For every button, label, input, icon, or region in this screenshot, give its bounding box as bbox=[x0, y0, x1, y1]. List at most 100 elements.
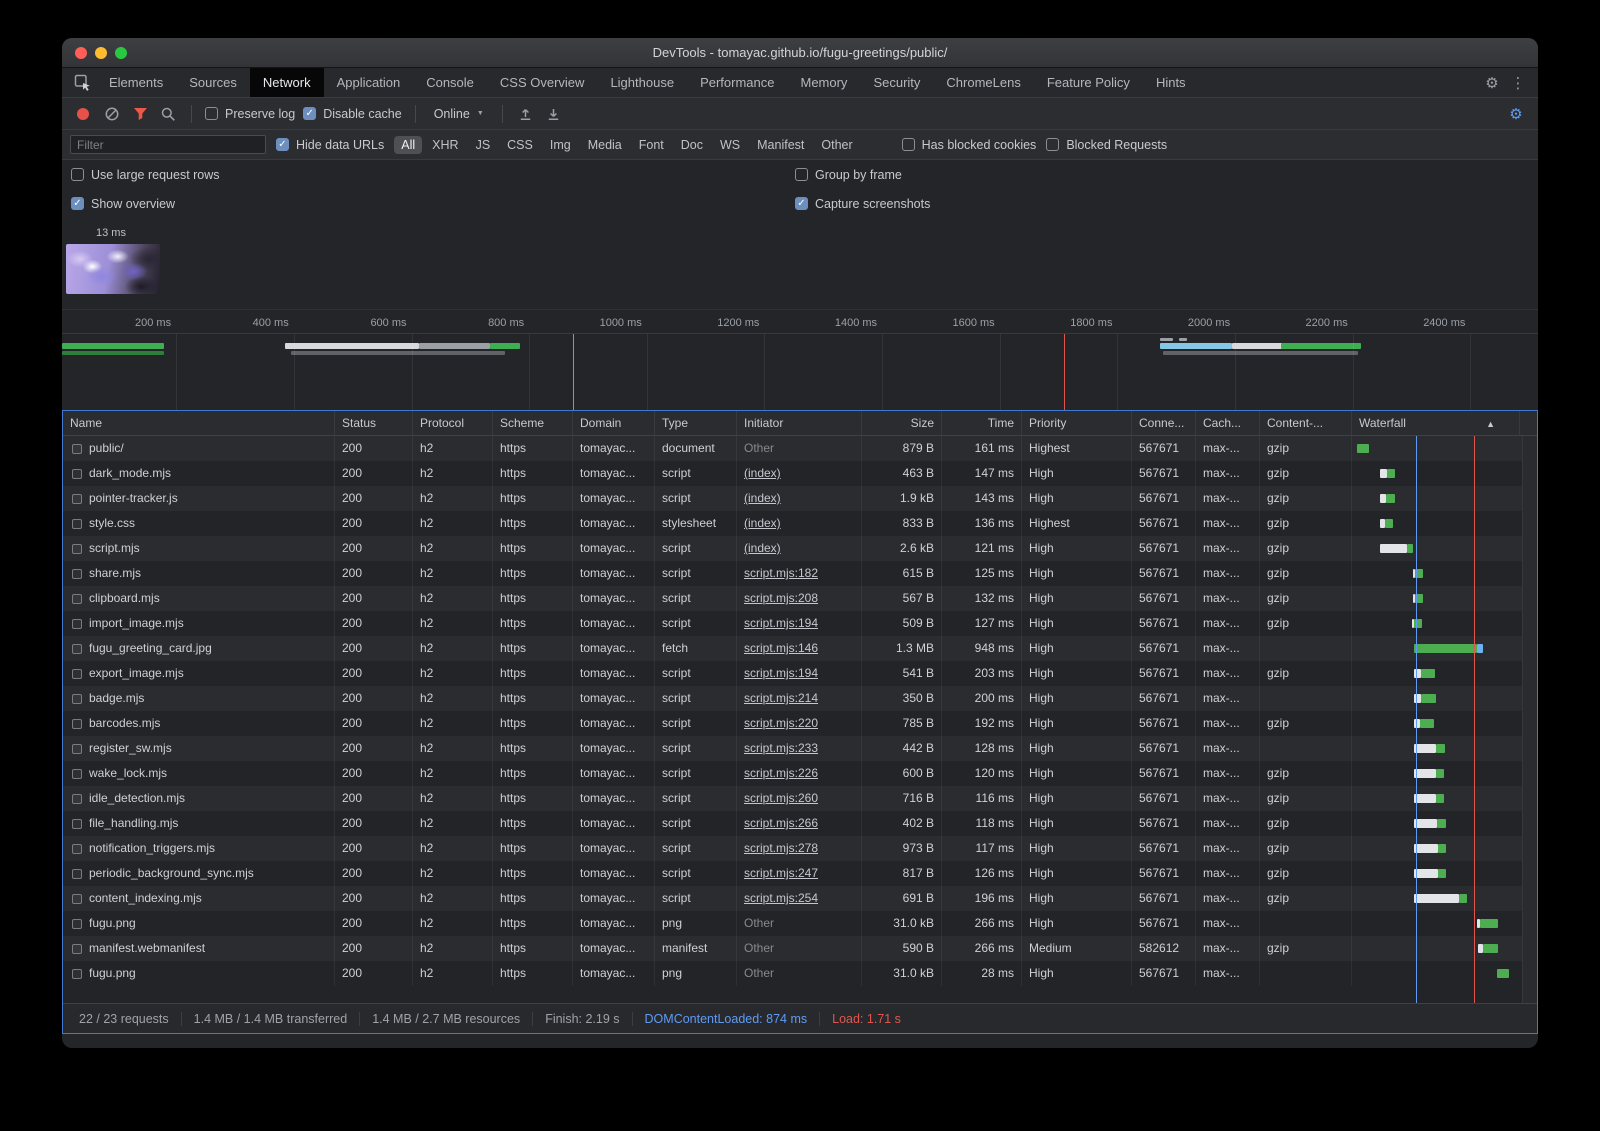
close-button[interactable] bbox=[75, 47, 87, 59]
request-row[interactable]: wake_lock.mjs200h2httpstomayac...scripts… bbox=[63, 761, 1537, 786]
column-header-initiator[interactable]: Initiator bbox=[737, 411, 862, 435]
tab-sources[interactable]: Sources bbox=[176, 68, 250, 97]
request-row[interactable]: share.mjs200h2httpstomayac...scriptscrip… bbox=[63, 561, 1537, 586]
clear-button[interactable] bbox=[102, 104, 122, 124]
column-header-size[interactable]: Size bbox=[862, 411, 942, 435]
filter-type-img[interactable]: Img bbox=[543, 136, 578, 154]
column-header-scheme[interactable]: Scheme bbox=[493, 411, 573, 435]
column-header-conn[interactable]: Conne... bbox=[1132, 411, 1196, 435]
request-row[interactable]: barcodes.mjs200h2httpstomayac...scriptsc… bbox=[63, 711, 1537, 736]
tab-css-overview[interactable]: CSS Overview bbox=[487, 68, 598, 97]
initiator-link[interactable]: script.mjs:214 bbox=[744, 691, 818, 705]
filter-type-all[interactable]: All bbox=[394, 136, 422, 154]
throttling-dropdown[interactable]: Online ▼ bbox=[429, 107, 489, 121]
initiator-link[interactable]: script.mjs:194 bbox=[744, 666, 818, 680]
column-header-content[interactable]: Content-... bbox=[1260, 411, 1352, 435]
request-row[interactable]: content_indexing.mjs200h2httpstomayac...… bbox=[63, 886, 1537, 911]
group-by-frame-checkbox[interactable]: Group by frame bbox=[795, 168, 902, 182]
request-row[interactable]: pointer-tracker.js200h2httpstomayac...sc… bbox=[63, 486, 1537, 511]
initiator-link[interactable]: (index) bbox=[744, 541, 781, 555]
record-button[interactable] bbox=[77, 108, 89, 120]
filmstrip-screenshot[interactable] bbox=[66, 244, 160, 294]
filter-type-ws[interactable]: WS bbox=[713, 136, 747, 154]
tab-elements[interactable]: Elements bbox=[96, 68, 176, 97]
column-header-domain[interactable]: Domain bbox=[573, 411, 655, 435]
request-row[interactable]: clipboard.mjs200h2httpstomayac...scripts… bbox=[63, 586, 1537, 611]
filter-type-xhr[interactable]: XHR bbox=[425, 136, 465, 154]
filter-type-media[interactable]: Media bbox=[581, 136, 629, 154]
request-row[interactable]: fugu_greeting_card.jpg200h2httpstomayac.… bbox=[63, 636, 1537, 661]
filter-type-doc[interactable]: Doc bbox=[674, 136, 710, 154]
request-row[interactable]: file_handling.mjs200h2httpstomayac...scr… bbox=[63, 811, 1537, 836]
column-header-time[interactable]: Time bbox=[942, 411, 1022, 435]
tab-console[interactable]: Console bbox=[413, 68, 487, 97]
disable-cache-checkbox[interactable]: ✓ Disable cache bbox=[303, 107, 402, 121]
column-header-protocol[interactable]: Protocol bbox=[413, 411, 493, 435]
tab-hints[interactable]: Hints bbox=[1143, 68, 1199, 97]
column-header-waterfall[interactable]: Waterfall▲ bbox=[1352, 411, 1520, 435]
filter-type-manifest[interactable]: Manifest bbox=[750, 136, 811, 154]
request-row[interactable]: fugu.png200h2httpstomayac...pngOther31.0… bbox=[63, 961, 1537, 986]
initiator-link[interactable]: script.mjs:182 bbox=[744, 566, 818, 580]
settings-gear-icon[interactable]: ⚙ bbox=[1480, 74, 1504, 92]
initiator-link[interactable]: script.mjs:278 bbox=[744, 841, 818, 855]
titlebar[interactable]: DevTools - tomayac.github.io/fugu-greeti… bbox=[62, 38, 1538, 68]
request-row[interactable]: register_sw.mjs200h2httpstomayac...scrip… bbox=[63, 736, 1537, 761]
initiator-link[interactable]: script.mjs:208 bbox=[744, 591, 818, 605]
tab-performance[interactable]: Performance bbox=[687, 68, 787, 97]
request-row[interactable]: fugu.png200h2httpstomayac...pngOther31.0… bbox=[63, 911, 1537, 936]
request-row[interactable]: periodic_background_sync.mjs200h2httpsto… bbox=[63, 861, 1537, 886]
export-har-icon[interactable] bbox=[544, 104, 564, 124]
minimize-button[interactable] bbox=[95, 47, 107, 59]
initiator-link[interactable]: (index) bbox=[744, 491, 781, 505]
initiator-link[interactable]: script.mjs:254 bbox=[744, 891, 818, 905]
request-row[interactable]: public/200h2httpstomayac...documentOther… bbox=[63, 436, 1537, 461]
request-row[interactable]: import_image.mjs200h2httpstomayac...scri… bbox=[63, 611, 1537, 636]
tab-feature-policy[interactable]: Feature Policy bbox=[1034, 68, 1143, 97]
filter-type-other[interactable]: Other bbox=[814, 136, 859, 154]
hide-data-urls-checkbox[interactable]: ✓ Hide data URLs bbox=[276, 138, 384, 152]
initiator-link[interactable]: script.mjs:194 bbox=[744, 616, 818, 630]
request-row[interactable]: badge.mjs200h2httpstomayac...scriptscrip… bbox=[63, 686, 1537, 711]
request-row[interactable]: style.css200h2httpstomayac...stylesheet(… bbox=[63, 511, 1537, 536]
filter-type-css[interactable]: CSS bbox=[500, 136, 540, 154]
search-icon[interactable] bbox=[158, 104, 178, 124]
filter-type-js[interactable]: JS bbox=[469, 136, 498, 154]
initiator-link[interactable]: script.mjs:266 bbox=[744, 816, 818, 830]
tab-application[interactable]: Application bbox=[324, 68, 414, 97]
filter-input[interactable] bbox=[70, 135, 266, 154]
network-overview[interactable]: 200 ms400 ms600 ms800 ms1000 ms1200 ms14… bbox=[62, 310, 1538, 410]
import-har-icon[interactable] bbox=[516, 104, 536, 124]
blocked-requests-checkbox[interactable]: Blocked Requests bbox=[1046, 138, 1167, 152]
scrollbar-track[interactable] bbox=[1522, 436, 1537, 1003]
initiator-link[interactable]: script.mjs:247 bbox=[744, 866, 818, 880]
tab-memory[interactable]: Memory bbox=[787, 68, 860, 97]
inspect-icon[interactable] bbox=[68, 68, 96, 97]
tab-chromelens[interactable]: ChromeLens bbox=[933, 68, 1033, 97]
overview-strip[interactable] bbox=[62, 334, 1538, 410]
tab-network[interactable]: Network bbox=[250, 68, 324, 97]
zoom-button[interactable] bbox=[115, 47, 127, 59]
initiator-link[interactable]: (index) bbox=[744, 466, 781, 480]
initiator-link[interactable]: script.mjs:260 bbox=[744, 791, 818, 805]
column-header-status[interactable]: Status bbox=[335, 411, 413, 435]
request-row[interactable]: export_image.mjs200h2httpstomayac...scri… bbox=[63, 661, 1537, 686]
column-header-priority[interactable]: Priority bbox=[1022, 411, 1132, 435]
column-header-cache[interactable]: Cach... bbox=[1196, 411, 1260, 435]
column-header-name[interactable]: Name bbox=[63, 411, 335, 435]
tab-lighthouse[interactable]: Lighthouse bbox=[597, 68, 687, 97]
request-row[interactable]: dark_mode.mjs200h2httpstomayac...script(… bbox=[63, 461, 1537, 486]
filter-type-font[interactable]: Font bbox=[632, 136, 671, 154]
network-settings-gear-icon[interactable]: ⚙ bbox=[1504, 105, 1528, 123]
request-row[interactable]: notification_triggers.mjs200h2httpstomay… bbox=[63, 836, 1537, 861]
request-row[interactable]: manifest.webmanifest200h2httpstomayac...… bbox=[63, 936, 1537, 961]
tab-security[interactable]: Security bbox=[860, 68, 933, 97]
capture-screenshots-checkbox[interactable]: ✓ Capture screenshots bbox=[795, 197, 930, 211]
more-menu-icon[interactable]: ⋮ bbox=[1506, 74, 1530, 92]
column-header-type[interactable]: Type bbox=[655, 411, 737, 435]
request-row[interactable]: idle_detection.mjs200h2httpstomayac...sc… bbox=[63, 786, 1537, 811]
show-overview-checkbox[interactable]: ✓ Show overview bbox=[71, 197, 175, 211]
filter-icon[interactable] bbox=[130, 104, 150, 124]
initiator-link[interactable]: script.mjs:146 bbox=[744, 641, 818, 655]
initiator-link[interactable]: script.mjs:233 bbox=[744, 741, 818, 755]
